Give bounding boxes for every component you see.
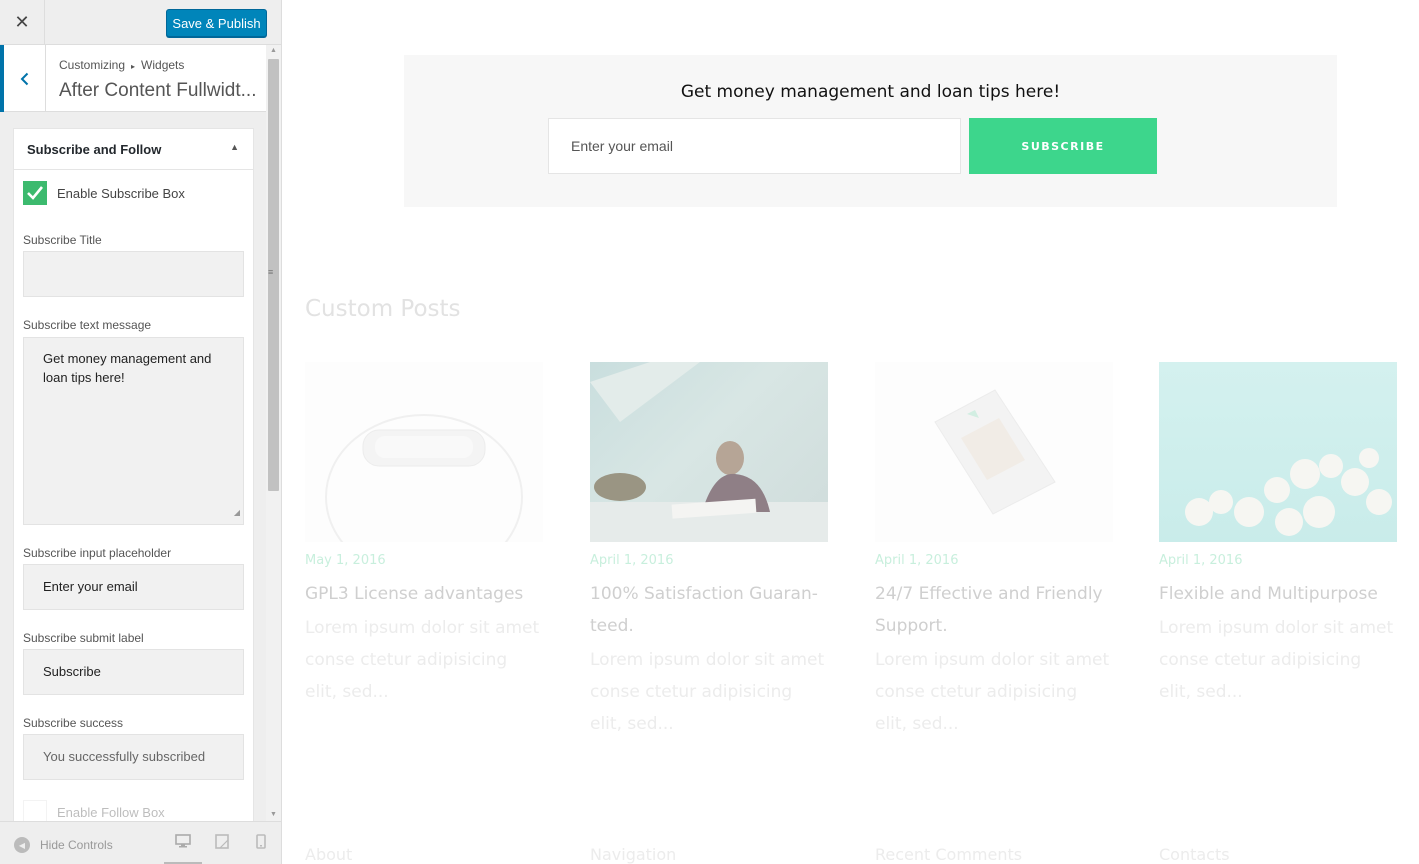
site-preview: Get money management and loan tips here!…	[282, 0, 1419, 864]
widget-title: Subscribe and Follow	[27, 142, 162, 157]
subscribe-title-label: Subscribe Title	[23, 233, 102, 247]
posts-heading: Custom Posts	[305, 296, 461, 322]
subscribe-submit-label: Subscribe submit label	[23, 631, 144, 645]
collapse-arrow-icon[interactable]: ▲	[230, 142, 239, 152]
subscribe-widget-panel: Subscribe and Follow ▲ Enable Subscribe …	[13, 128, 254, 828]
tablet-preview-button[interactable]	[203, 834, 241, 864]
subscribe-submit-input[interactable]: Subscribe	[23, 649, 244, 695]
scroll-down-arrow-icon[interactable]: ▼	[266, 809, 281, 821]
footer-heading-about: About	[305, 845, 353, 864]
footer-heading-contacts: Contacts	[1159, 845, 1230, 864]
post-excerpt: Lorem ipsum dolor sit amet conse ctetur …	[590, 650, 825, 734]
post-excerpt: Lorem ipsum dolor sit amet conse ctetur …	[875, 650, 1110, 734]
post-card: May 1, 2016 GPL3 License advantages Lore…	[305, 362, 543, 708]
post-date: May 1, 2016	[305, 553, 386, 568]
resize-handle-icon[interactable]: ◢	[234, 503, 240, 522]
breadcrumb-separator-icon: ▸	[131, 62, 136, 71]
post-date: April 1, 2016	[875, 553, 959, 568]
post-date: April 1, 2016	[1159, 553, 1243, 568]
post-card: April 1, 2016 24/7 Effective and Friendl…	[875, 362, 1113, 740]
section-header: Customizing ▸ Widgets After Content Fullwi…	[0, 45, 266, 112]
checkmark-icon	[27, 186, 44, 200]
breadcrumb: Customizing ▸ Widgets	[59, 58, 184, 72]
subscribe-message-textarea[interactable]: Get money management and loan tips here!…	[23, 337, 244, 525]
post-card: April 1, 2016 Flexible and Multipurpose …	[1159, 362, 1397, 708]
subscribe-title-input[interactable]	[23, 251, 244, 297]
customizer-topbar: ✕ Save & Publish	[0, 0, 281, 45]
post-title[interactable]: 100% Satisfaction Guaran-teed.	[590, 578, 828, 642]
post-excerpt: Lorem ipsum dolor sit amet conse ctetur …	[1159, 618, 1394, 702]
close-icon: ✕	[14, 12, 30, 32]
enable-subscribe-label: Enable Subscribe Box	[57, 185, 185, 201]
post-image[interactable]	[875, 362, 1113, 542]
tablet-icon	[215, 834, 229, 849]
post-image[interactable]	[590, 362, 828, 542]
subscribe-placeholder-label: Subscribe input placeholder	[23, 546, 172, 560]
post-image[interactable]	[1159, 362, 1397, 542]
subscribe-box: Get money management and loan tips here!…	[404, 55, 1337, 207]
breadcrumb-item: Widgets	[141, 58, 185, 72]
subscribe-message-label: Subscribe text message	[23, 318, 152, 332]
desktop-preview-button[interactable]	[164, 834, 202, 864]
hide-controls-label: Hide Controls	[40, 838, 113, 852]
scroll-up-arrow-icon[interactable]: ▲	[266, 45, 281, 57]
flowers-image	[1185, 448, 1392, 536]
man-at-desk-image	[590, 362, 828, 542]
save-publish-button[interactable]: Save & Publish	[166, 9, 267, 37]
enable-subscribe-row: Enable Subscribe Box	[23, 181, 185, 205]
email-input[interactable]: Enter your email	[548, 118, 961, 174]
post-title[interactable]: Flexible and Multipurpose	[1159, 578, 1397, 610]
sidebar-scrollbar[interactable]: ▲ ≡ ▼	[266, 45, 281, 821]
breadcrumb-item: Customizing	[59, 58, 126, 72]
grip-icon: ≡	[268, 267, 274, 277]
watch-image	[325, 414, 523, 542]
enable-subscribe-checkbox[interactable]	[23, 181, 47, 205]
post-title[interactable]: 24/7 Effective and Friendly Support.	[875, 578, 1113, 642]
enable-follow-label: Enable Follow Box	[57, 804, 165, 820]
post-title[interactable]: GPL3 License advantages	[305, 578, 543, 610]
close-customizer-button[interactable]: ✕	[0, 0, 45, 45]
section-title: After Content Fullwidt...	[59, 80, 257, 101]
subscribe-placeholder-input[interactable]: Enter your email	[23, 564, 244, 610]
widget-header[interactable]: Subscribe and Follow ▲	[14, 129, 253, 170]
subscribe-message: Get money management and loan tips here!	[680, 82, 1061, 102]
chevron-left-icon	[20, 72, 28, 85]
footer-heading-recent-comments: Recent Comments	[875, 845, 1023, 864]
mobile-icon	[256, 834, 266, 849]
customizer-footer: ◀ Hide Controls	[0, 821, 281, 864]
back-button[interactable]	[0, 45, 46, 112]
mobile-preview-button[interactable]	[242, 834, 280, 864]
footer-heading-navigation: Navigation	[590, 845, 677, 864]
post-date: April 1, 2016	[590, 553, 674, 568]
post-excerpt: Lorem ipsum dolor sit amet conse ctetur …	[305, 618, 540, 702]
post-card: April 1, 2016 100% Satisfaction Guaran-t…	[590, 362, 828, 740]
customizer-sidebar: ✕ Save & Publish Customizing ▸ Widgets Aft…	[0, 0, 282, 864]
post-image[interactable]	[305, 362, 543, 542]
subscribe-button[interactable]: SUBSCRIBE	[969, 118, 1157, 174]
subscribe-success-label: Subscribe success	[23, 716, 124, 730]
brochure-image	[934, 389, 1056, 515]
collapse-left-icon: ◀	[14, 837, 30, 853]
hide-controls-button[interactable]: ◀ Hide Controls	[14, 837, 113, 853]
subscribe-message-value: Get money management and loan tips here!	[43, 351, 212, 385]
desktop-icon	[175, 834, 191, 848]
subscribe-success-input[interactable]: You successfully subscribed	[23, 734, 244, 780]
